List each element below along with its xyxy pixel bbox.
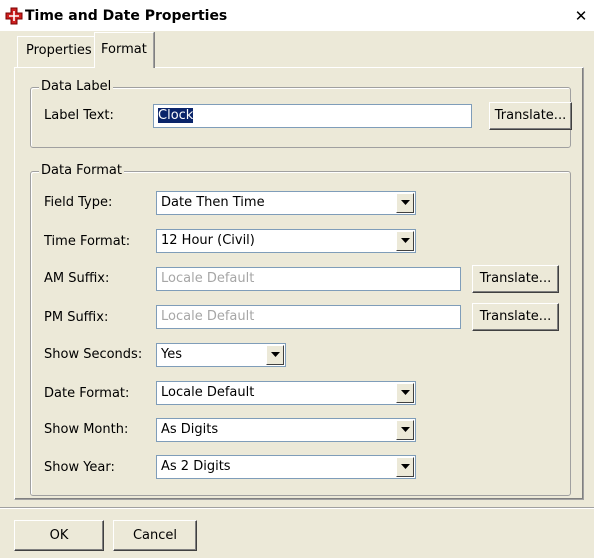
show-year-label: Show Year: <box>44 460 115 475</box>
am-suffix-input[interactable]: Locale Default <box>156 267 461 291</box>
label-text-input[interactable]: Clock <box>153 104 472 128</box>
translate-label-button[interactable]: Translate... <box>489 102 572 130</box>
show-year-select[interactable]: As 2 Digits <box>156 455 416 479</box>
data-label-group: Data Label Label Text: Clock Translate..… <box>30 79 572 148</box>
chevron-down-icon[interactable] <box>396 457 414 477</box>
tab-properties[interactable]: Properties <box>17 36 98 67</box>
chevron-down-icon[interactable] <box>396 420 414 440</box>
date-format-select[interactable]: Locale Default <box>156 381 416 405</box>
group-title: Data Format <box>39 163 124 178</box>
selected-text: Clock <box>158 108 194 123</box>
show-seconds-select[interactable]: Yes <box>156 343 286 367</box>
chevron-down-icon[interactable] <box>396 231 414 251</box>
window-title: Time and Date Properties <box>25 8 228 24</box>
time-format-select[interactable]: 12 Hour (Civil) <box>156 229 416 253</box>
time-format-value: 12 Hour (Civil) <box>161 233 255 248</box>
show-seconds-value: Yes <box>161 347 182 362</box>
ok-button[interactable]: OK <box>14 520 104 551</box>
title-bar[interactable]: Time and Date Properties ✕ <box>0 0 594 31</box>
footer-divider <box>0 507 594 509</box>
field-type-value: Date Then Time <box>161 195 265 210</box>
show-month-select[interactable]: As Digits <box>156 418 416 442</box>
show-month-label: Show Month: <box>44 422 129 437</box>
chevron-down-icon[interactable] <box>396 193 414 213</box>
dialog-window: Time and Date Properties ✕ Properties Fo… <box>0 0 594 558</box>
cancel-button[interactable]: Cancel <box>113 520 197 551</box>
pm-suffix-label: PM Suffix: <box>44 310 109 325</box>
chevron-down-icon[interactable] <box>266 345 284 365</box>
label-text-label: Label Text: <box>44 108 114 123</box>
close-button[interactable]: ✕ <box>571 6 591 26</box>
app-icon <box>5 7 23 25</box>
time-format-label: Time Format: <box>44 234 131 249</box>
show-month-value: As Digits <box>161 422 219 437</box>
pm-suffix-input[interactable]: Locale Default <box>156 305 461 329</box>
show-seconds-label: Show Seconds: <box>44 347 143 362</box>
am-suffix-label: AM Suffix: <box>44 271 110 286</box>
translate-am-button[interactable]: Translate... <box>472 265 559 293</box>
field-type-select[interactable]: Date Then Time <box>156 191 416 215</box>
chevron-down-icon[interactable] <box>396 383 414 403</box>
translate-pm-button[interactable]: Translate... <box>472 303 559 331</box>
tab-format[interactable]: Format <box>94 32 154 68</box>
date-format-value: Locale Default <box>161 385 255 400</box>
tab-panel-format: Data Label Label Text: Clock Translate..… <box>14 67 584 500</box>
field-type-label: Field Type: <box>44 195 113 210</box>
date-format-label: Date Format: <box>44 386 130 401</box>
show-year-value: As 2 Digits <box>161 459 231 474</box>
data-format-group: Data Format Field Type: Date Then Time T… <box>30 163 571 496</box>
group-title: Data Label <box>39 79 114 94</box>
